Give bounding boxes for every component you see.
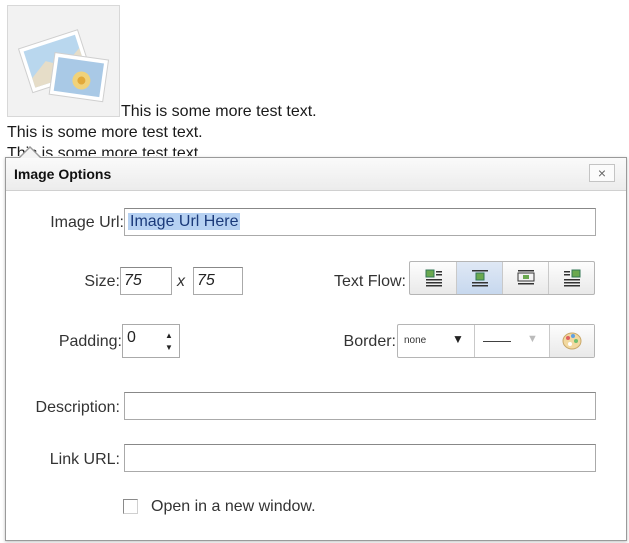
flow-center-icon [517, 270, 535, 285]
decrement-icon[interactable]: ▼ [165, 343, 173, 352]
dialog-pointer-fill [20, 148, 40, 158]
image-options-dialog: Image Options × Image Url: Image Url Her… [5, 157, 627, 541]
border-line-select[interactable]: —— ▼ [475, 325, 550, 357]
size-width-input[interactable]: 75 [120, 267, 172, 295]
flow-inline-icon [472, 270, 488, 287]
image-thumbnail[interactable] [7, 5, 120, 117]
open-new-window-checkbox[interactable] [123, 499, 138, 514]
flow-left-icon [425, 269, 442, 287]
increment-icon[interactable]: ▲ [165, 331, 173, 340]
text-flow-group [409, 261, 595, 295]
photo-icon [17, 29, 110, 103]
padding-label: Padding: [58, 333, 122, 350]
link-url-label: Link URL: [49, 451, 120, 468]
flow-center-button[interactable] [503, 262, 549, 294]
image-url-value: Image Url Here [128, 213, 241, 230]
open-new-window-label[interactable]: Open in a new window. [151, 498, 316, 516]
dialog-title: Image Options [14, 166, 112, 182]
flow-left-button[interactable] [411, 262, 457, 294]
border-line-value: —— [483, 332, 511, 348]
close-button[interactable]: × [589, 164, 615, 182]
size-label: Size: [84, 273, 120, 290]
chevron-down-icon: ▼ [527, 333, 538, 345]
editor-text-line: This is some more test text. [121, 103, 317, 120]
link-url-input[interactable] [124, 444, 596, 472]
description-input[interactable] [124, 392, 596, 420]
flow-inline-button[interactable] [457, 262, 503, 294]
padding-value: 0 [127, 329, 136, 346]
dialog-titlebar[interactable]: Image Options × [6, 158, 626, 191]
padding-stepper[interactable]: 0 ▲ ▼ [122, 324, 180, 358]
flow-right-icon [564, 269, 581, 287]
palette-icon [562, 332, 582, 350]
border-color-button[interactable] [550, 325, 594, 357]
border-style-select[interactable]: none ▼ [398, 325, 475, 357]
border-label: Border: [343, 333, 396, 350]
size-height-input[interactable]: 75 [193, 267, 243, 295]
size-separator: x [177, 273, 185, 290]
description-label: Description: [35, 399, 120, 416]
editor-text-line: This is some more test text. [7, 124, 203, 141]
image-url-label: Image Url: [50, 214, 124, 231]
flow-right-button[interactable] [549, 262, 594, 294]
text-flow-label: Text Flow: [333, 273, 406, 290]
border-controls: none ▼ —— ▼ [397, 324, 595, 358]
chevron-down-icon: ▼ [452, 332, 464, 346]
image-url-input[interactable]: Image Url Here [124, 208, 596, 236]
border-style-value: none [404, 335, 427, 346]
